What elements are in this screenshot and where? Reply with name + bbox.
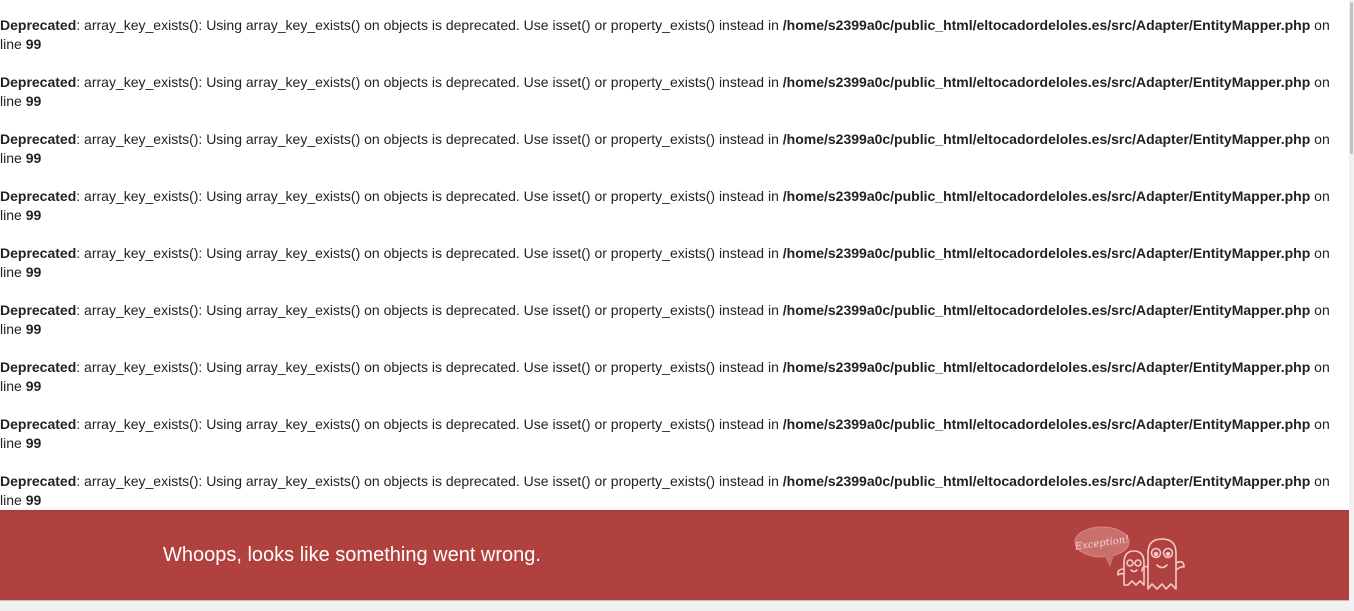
notice-file-path: /home/s2399a0c/public_html/eltocadordelo…: [782, 359, 1311, 375]
notice-level: Deprecated: [0, 359, 77, 375]
notice-message: : array_key_exists(): Using array_key_ex…: [76, 416, 783, 432]
deprecation-notice: Deprecated: array_key_exists(): Using ar…: [0, 228, 1340, 285]
deprecation-notice: Deprecated: array_key_exists(): Using ar…: [0, 171, 1340, 228]
notice-level: Deprecated: [0, 188, 77, 204]
notice-line-number: 99: [25, 435, 42, 451]
deprecation-notice: Deprecated: array_key_exists(): Using ar…: [0, 456, 1340, 513]
deprecation-notices: Deprecated: array_key_exists(): Using ar…: [0, 0, 1349, 513]
notice-message: : array_key_exists(): Using array_key_ex…: [76, 359, 783, 375]
notice-file-path: /home/s2399a0c/public_html/eltocadordelo…: [782, 188, 1311, 204]
notice-line-number: 99: [25, 492, 42, 508]
notice-line-number: 99: [25, 150, 42, 166]
notice-level: Deprecated: [0, 17, 77, 33]
notice-file-path: /home/s2399a0c/public_html/eltocadordelo…: [782, 302, 1311, 318]
notice-line-number: 99: [25, 93, 42, 109]
ghost-mascot-icon: Exception!: [1074, 526, 1185, 590]
notice-line-number: 99: [25, 264, 42, 280]
notice-file-path: /home/s2399a0c/public_html/eltocadordelo…: [782, 17, 1311, 33]
deprecation-notice: Deprecated: array_key_exists(): Using ar…: [0, 0, 1340, 57]
notice-message: : array_key_exists(): Using array_key_ex…: [76, 302, 783, 318]
notice-message: : array_key_exists(): Using array_key_ex…: [76, 131, 783, 147]
notice-line-number: 99: [25, 378, 42, 394]
notice-line-number: 99: [25, 36, 42, 52]
scrollbar-thumb[interactable]: [1350, 2, 1353, 154]
notice-level: Deprecated: [0, 74, 77, 90]
notice-file-path: /home/s2399a0c/public_html/eltocadordelo…: [782, 131, 1311, 147]
notice-level: Deprecated: [0, 245, 77, 261]
deprecation-notice: Deprecated: array_key_exists(): Using ar…: [0, 399, 1340, 456]
error-banner: Whoops, looks like something went wrong.…: [0, 510, 1349, 600]
notice-file-path: /home/s2399a0c/public_html/eltocadordelo…: [782, 416, 1311, 432]
deprecation-notice: Deprecated: array_key_exists(): Using ar…: [0, 57, 1340, 114]
deprecation-notice: Deprecated: array_key_exists(): Using ar…: [0, 285, 1340, 342]
error-message: Whoops, looks like something went wrong.: [163, 544, 541, 566]
notice-level: Deprecated: [0, 131, 77, 147]
notice-level: Deprecated: [0, 416, 77, 432]
notice-level: Deprecated: [0, 302, 77, 318]
deprecation-notice: Deprecated: array_key_exists(): Using ar…: [0, 342, 1340, 399]
notice-message: : array_key_exists(): Using array_key_ex…: [76, 188, 783, 204]
notice-level: Deprecated: [0, 473, 77, 489]
vertical-scrollbar[interactable]: [1349, 0, 1354, 611]
notice-message: : array_key_exists(): Using array_key_ex…: [76, 245, 783, 261]
notice-message: : array_key_exists(): Using array_key_ex…: [76, 17, 783, 33]
exception-speech-bubble: Exception!: [1074, 526, 1130, 567]
notice-file-path: /home/s2399a0c/public_html/eltocadordelo…: [782, 473, 1311, 489]
notice-file-path: /home/s2399a0c/public_html/eltocadordelo…: [782, 245, 1311, 261]
deprecation-notice: Deprecated: array_key_exists(): Using ar…: [0, 114, 1340, 171]
notice-line-number: 99: [25, 207, 42, 223]
notice-line-number: 99: [25, 321, 42, 337]
notice-message: : array_key_exists(): Using array_key_ex…: [76, 473, 783, 489]
page-viewport: Deprecated: array_key_exists(): Using ar…: [0, 0, 1349, 611]
page-bottom-edge: [0, 600, 1349, 611]
notice-message: : array_key_exists(): Using array_key_ex…: [76, 74, 783, 90]
notice-file-path: /home/s2399a0c/public_html/eltocadordelo…: [782, 74, 1311, 90]
